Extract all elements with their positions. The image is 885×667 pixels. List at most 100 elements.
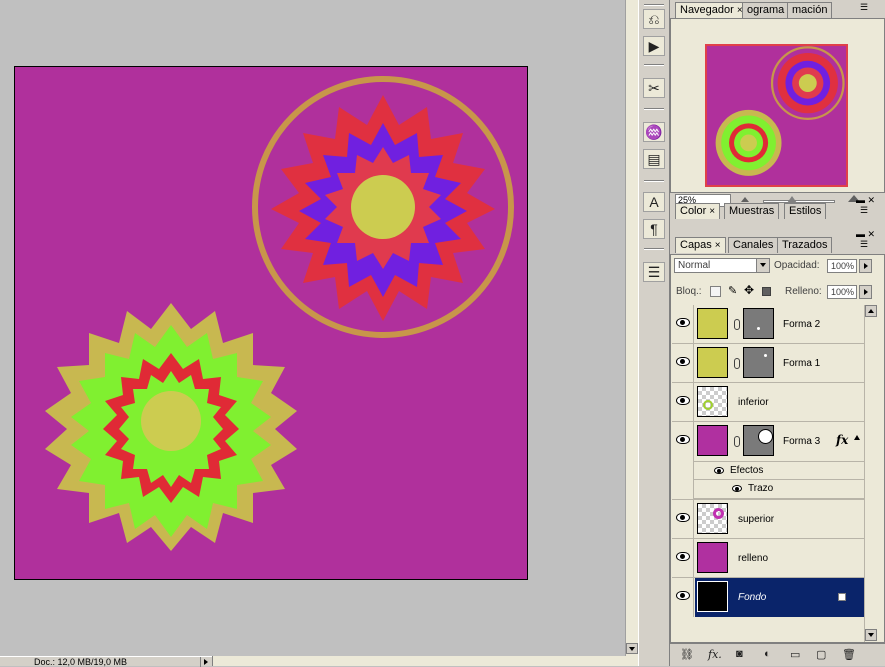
canvas-vertical-scrollbar[interactable] [625, 0, 638, 656]
delete-layer-icon[interactable]: 🗑 [842, 648, 856, 661]
layer-row-forma-1[interactable]: Forma 1 [672, 344, 864, 383]
layer-name[interactable]: inferior [738, 397, 769, 409]
visibility-toggle[interactable] [672, 500, 694, 538]
layer-name[interactable]: superior [738, 514, 774, 526]
effect-name: Trazo [748, 483, 774, 494]
clone-source-icon[interactable]: ▤ [643, 149, 665, 169]
tab-color[interactable]: Color × [675, 203, 721, 219]
lock-position-icon[interactable]: ✥ [744, 283, 755, 297]
new-group-icon[interactable]: ▭ [790, 648, 800, 661]
history-icon[interactable]: ⎌ [643, 9, 665, 29]
tab-muestras[interactable]: Muestras [724, 203, 780, 219]
eye-icon[interactable] [732, 485, 742, 492]
tab-capas[interactable]: Capas × [675, 237, 726, 253]
effects-row[interactable]: Efectos [694, 461, 864, 480]
effect-row-trazo[interactable]: Trazo [694, 480, 864, 499]
close-icon[interactable]: × [715, 240, 721, 251]
layer-name[interactable]: Forma 2 [783, 319, 820, 331]
visibility-toggle[interactable] [672, 422, 694, 461]
layer-thumbnail[interactable] [697, 308, 728, 339]
opacity-input[interactable]: 100% [827, 259, 857, 273]
layer-thumbnail[interactable] [697, 542, 728, 573]
document-canvas[interactable] [14, 66, 528, 580]
layer-thumbnail[interactable] [697, 347, 728, 378]
layers-panel-header: ▬ ✕ Capas × Canales Trazados ☰ [670, 229, 885, 253]
layer-row-forma-2[interactable]: Forma 2 [672, 305, 864, 344]
link-icon[interactable] [734, 319, 740, 330]
panel-menu-icon[interactable]: ☰ [860, 239, 868, 250]
brushes-icon[interactable]: ♒ [643, 122, 665, 142]
layer-row-fondo[interactable]: Fondo [672, 578, 864, 617]
panel-menu-icon[interactable]: ☰ [860, 205, 868, 216]
add-style-fx-icon[interactable]: fx. [708, 648, 722, 661]
eye-icon[interactable] [676, 357, 690, 366]
layer-row-inferior[interactable]: inferior [672, 383, 864, 422]
layer-thumbnail[interactable] [697, 386, 728, 417]
eye-icon[interactable] [714, 467, 724, 474]
tab-label: Navegador [680, 4, 734, 16]
layer-row-superior[interactable]: superior [672, 500, 864, 539]
vector-mask-thumbnail[interactable] [743, 347, 774, 378]
opacity-slider-arrow[interactable] [859, 259, 872, 273]
navigator-view-box[interactable] [705, 44, 848, 187]
notes-icon[interactable]: ☰ [643, 262, 665, 282]
fx-icon[interactable]: fx [836, 433, 848, 447]
lock-all-icon[interactable] [762, 287, 771, 296]
canvas-horizontal-scrollbar[interactable] [212, 656, 638, 666]
tab-label: Estilos [789, 205, 822, 217]
adjustment-layer-icon[interactable]: ◐ [764, 648, 771, 660]
eye-icon[interactable] [676, 513, 690, 522]
tab-trazados[interactable]: Trazados [777, 237, 833, 253]
add-mask-icon[interactable]: ◙ [736, 648, 743, 660]
eye-icon[interactable] [676, 591, 690, 600]
layer-thumbnail[interactable] [697, 503, 728, 534]
layer-name[interactable]: Forma 3 [783, 436, 820, 448]
link-icon[interactable] [734, 436, 740, 447]
eye-icon[interactable] [676, 318, 690, 327]
fill-slider-arrow[interactable] [859, 285, 872, 299]
effects-eye-column [672, 461, 694, 499]
chevron-down-icon[interactable] [756, 259, 769, 272]
vector-mask-thumbnail[interactable] [743, 425, 774, 456]
visibility-toggle[interactable] [672, 305, 694, 343]
layer-row-forma-3[interactable]: Forma 3 fx [672, 422, 864, 461]
layer-name[interactable]: Forma 1 [783, 358, 820, 370]
eye-icon[interactable] [676, 435, 690, 444]
panel-menu-icon[interactable]: ☰ [860, 2, 868, 13]
new-layer-icon[interactable]: ▢ [816, 648, 826, 661]
eye-icon[interactable] [676, 552, 690, 561]
link-icon[interactable] [734, 358, 740, 369]
link-layers-icon[interactable]: ⛓ [680, 648, 694, 661]
scroll-up-button[interactable] [865, 305, 877, 317]
character-icon[interactable]: A [643, 192, 665, 212]
layer-name[interactable]: relleno [738, 553, 768, 565]
visibility-toggle[interactable] [672, 578, 694, 617]
tab-canales[interactable]: Canales [728, 237, 779, 253]
visibility-toggle[interactable] [672, 539, 694, 577]
tab-estilos[interactable]: Estilos [784, 203, 827, 219]
paragraph-icon[interactable]: ¶ [643, 219, 665, 239]
scroll-down-button[interactable] [865, 629, 877, 641]
actions-play-icon[interactable]: ▶ [643, 36, 665, 56]
vector-mask-thumbnail[interactable] [743, 308, 774, 339]
close-icon[interactable]: × [709, 206, 715, 217]
tab-navegador[interactable]: Navegador × [675, 2, 748, 18]
eye-icon[interactable] [676, 396, 690, 405]
tab-histograma[interactable]: ograma [742, 2, 790, 18]
layer-name[interactable]: Fondo [738, 592, 766, 604]
scroll-down-button[interactable] [626, 643, 638, 654]
lock-pixels-icon[interactable]: ✎ [728, 284, 739, 297]
layer-thumbnail[interactable] [697, 581, 728, 612]
layers-scrollbar[interactable] [864, 305, 877, 642]
visibility-toggle[interactable] [672, 383, 694, 421]
tab-informacion[interactable]: mación [787, 2, 833, 18]
collapse-effects-icon[interactable] [854, 435, 860, 440]
visibility-toggle[interactable] [672, 344, 694, 382]
navigator-thumbnail[interactable] [705, 44, 848, 187]
blend-mode-select[interactable]: Normal [674, 258, 770, 273]
layer-row-relleno[interactable]: relleno [672, 539, 864, 578]
fill-input[interactable]: 100% [827, 285, 857, 299]
tool-presets-icon[interactable]: ✂ [643, 78, 665, 98]
layer-thumbnail[interactable] [697, 425, 728, 456]
lock-transparency-icon[interactable] [710, 286, 721, 297]
